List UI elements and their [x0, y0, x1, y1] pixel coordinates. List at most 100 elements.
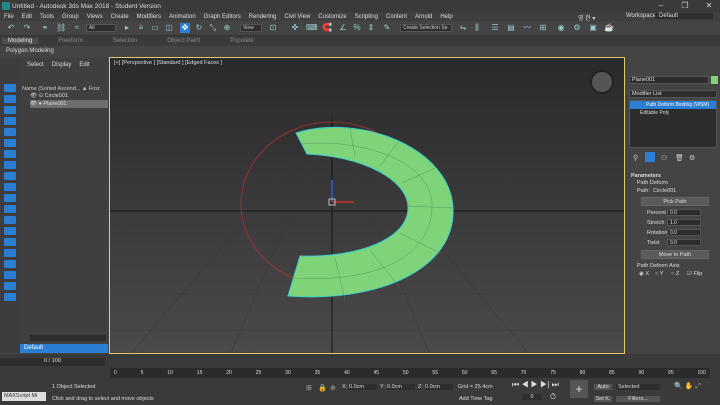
time-config-icon[interactable]: ⏱ [550, 392, 556, 402]
set-key-button[interactable]: Set K. [594, 396, 612, 402]
display-none-icon[interactable] [4, 95, 16, 103]
display-all-icon[interactable] [4, 106, 16, 114]
render-setup-icon[interactable]: ⚙ [572, 23, 582, 33]
display-selected-icon[interactable] [4, 260, 16, 268]
maxscript-listener[interactable]: MAXScript Mi [2, 392, 46, 401]
axis-y-radio[interactable]: ○ Y [655, 271, 663, 277]
close-button[interactable]: ✕ [698, 0, 720, 12]
scene-scrollbar[interactable] [30, 335, 106, 341]
named-selection-set-select[interactable]: Create Selection Se [400, 24, 452, 32]
menu-scripting[interactable]: Scripting [351, 14, 382, 20]
current-frame-input[interactable]: 0 [522, 394, 542, 400]
rendered-frame-window-icon[interactable]: ▣ [588, 23, 598, 33]
display-containers-icon[interactable] [4, 216, 16, 224]
menu-file[interactable]: File [0, 14, 18, 20]
percent-snap-icon[interactable]: % [352, 23, 362, 33]
remove-modifier-icon[interactable]: 🗑 [675, 154, 684, 162]
select-and-rotate-icon[interactable]: ↻ [194, 23, 204, 33]
viewport-nav-icons[interactable]: 🔍 ✋ ⤢ [674, 382, 701, 391]
tab-populate[interactable]: Populate [230, 38, 254, 44]
undo-icon[interactable]: ↶ [6, 23, 16, 33]
twist-input[interactable]: 0.0 [667, 239, 701, 246]
y-coordinate-input[interactable]: 0.0cm [387, 384, 415, 390]
stack-item-path-deform[interactable]: Path Deform Binding (WSM) [630, 101, 716, 109]
select-tool-icon[interactable] [4, 84, 16, 92]
unlink-icon[interactable]: ⛓ [56, 23, 66, 33]
workspace-select[interactable]: Default [655, 13, 713, 19]
placement-icon[interactable]: ⊕ [222, 23, 232, 33]
display-frozen-icon[interactable] [4, 227, 16, 235]
display-hidden-icon[interactable] [4, 238, 16, 246]
selection-filter-select[interactable]: All [86, 24, 116, 32]
find-icon[interactable] [4, 282, 16, 290]
select-manipulate-icon[interactable]: ✜ [290, 23, 300, 33]
menu-modifiers[interactable]: Modifiers [133, 14, 165, 20]
set-key-icon[interactable]: + [570, 380, 588, 398]
tab-selection[interactable]: Selection [113, 38, 138, 44]
tab-freeform[interactable]: Freeform [58, 38, 82, 44]
stack-item-editable-poly[interactable]: Editable Poly [630, 109, 716, 117]
add-time-tag[interactable]: Add Time Tag [459, 396, 493, 402]
key-filter-select[interactable]: Selected [616, 384, 660, 390]
menu-create[interactable]: Create [107, 14, 133, 20]
object-color-swatch[interactable] [711, 76, 718, 84]
configure-icon[interactable] [4, 293, 16, 301]
isolate-selection-icon[interactable]: ⊞ [306, 384, 312, 392]
modifier-list-select[interactable]: Modifier List [629, 90, 717, 98]
scene-tab-edit[interactable]: Edit [79, 62, 89, 68]
auto-key-button[interactable]: Auto [594, 384, 612, 390]
menu-rendering[interactable]: Rendering [245, 14, 281, 20]
toggle-ribbon-icon[interactable]: ▤ [506, 23, 516, 33]
menu-graph-editors[interactable]: Graph Editors [200, 14, 245, 20]
menu-civil-view[interactable]: Civil View [280, 14, 314, 20]
make-unique-icon[interactable]: ⚇ [661, 154, 667, 162]
window-crossing-icon[interactable]: ◫ [164, 23, 174, 33]
perspective-viewport[interactable]: [+] [Perspective ] [Standard ] [Edged Fa… [109, 57, 625, 354]
display-helpers-icon[interactable] [4, 161, 16, 169]
scene-tab-display[interactable]: Display [52, 62, 72, 68]
display-lights-icon[interactable] [4, 139, 16, 147]
align-icon[interactable]: ⫼ [472, 23, 482, 33]
eye-icon[interactable]: 👁 [30, 93, 37, 99]
menu-animation[interactable]: Animation [165, 14, 200, 20]
display-bones-icon[interactable] [4, 205, 16, 213]
x-coordinate-input[interactable]: 0.0cm [349, 384, 377, 390]
time-slider[interactable]: 0 / 100 [0, 358, 105, 366]
display-space-warps-icon[interactable] [4, 172, 16, 180]
display-all-children-icon[interactable] [4, 249, 16, 257]
layer-explorer-icon[interactable]: ☰ [490, 23, 500, 33]
display-geometry-icon[interactable] [4, 117, 16, 125]
display-xrefs-icon[interactable] [4, 194, 16, 202]
menu-content[interactable]: Content [382, 14, 411, 20]
menu-help[interactable]: Help [436, 14, 456, 20]
stretch-input[interactable]: 1.0 [667, 219, 701, 226]
select-and-move-icon[interactable]: ✥ [180, 23, 190, 33]
link-icon[interactable]: ⚭ [40, 23, 50, 33]
mirror-icon[interactable]: ⇋ [458, 23, 468, 33]
object-name-field[interactable]: Plane001 [629, 76, 709, 84]
filters-button[interactable]: Filters... [616, 396, 660, 402]
reference-coordinate-select[interactable]: View [240, 24, 262, 32]
bind-space-warp-icon[interactable]: ≈ [72, 23, 82, 33]
plane001-mesh[interactable] [287, 126, 454, 298]
pivot-center-icon[interactable]: ⊡ [268, 23, 278, 33]
menu-arnold[interactable]: Arnold [411, 14, 436, 20]
redo-icon[interactable]: ↷ [22, 23, 32, 33]
axis-x-radio[interactable]: ◉ X [639, 271, 649, 277]
menu-tools[interactable]: Tools [36, 14, 58, 20]
layer-select[interactable]: Default [20, 344, 108, 353]
maximize-button[interactable]: ❐ [674, 0, 696, 12]
selection-lock-icon[interactable]: 🔒 [318, 384, 327, 392]
edit-named-sets-icon[interactable]: ✎ [382, 23, 392, 33]
z-coordinate-input[interactable]: 0.0cm [425, 384, 453, 390]
render-production-icon[interactable]: ☕ [604, 23, 614, 33]
scene-item-plane001[interactable]: 👁 ● Plane001 [30, 100, 108, 108]
select-and-scale-icon[interactable]: ⤡ [208, 23, 218, 33]
configure-modifier-sets-icon[interactable]: ⚙ [689, 154, 695, 162]
menu-edit[interactable]: Edit [18, 14, 36, 20]
absolute-mode-icon[interactable]: ⊕ [330, 384, 336, 392]
tab-modeling[interactable]: Modeling [2, 38, 39, 44]
display-shapes-icon[interactable] [4, 128, 16, 136]
tab-object-paint[interactable]: Object Paint [167, 38, 200, 44]
scene-tab-select[interactable]: Select [27, 62, 44, 68]
